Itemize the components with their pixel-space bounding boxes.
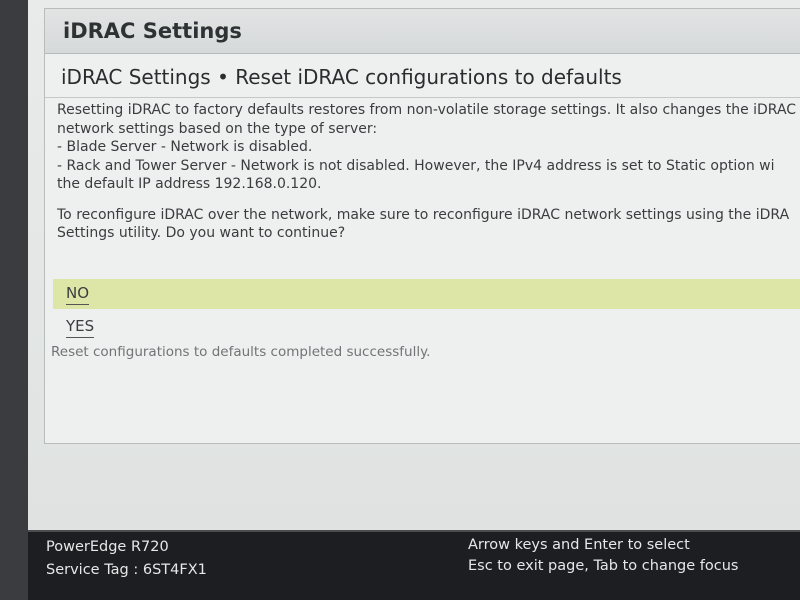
server-model: PowerEdge R720: [46, 539, 169, 555]
footer-divider: [28, 530, 800, 532]
description-line: - Blade Server - Network is disabled.: [57, 139, 313, 155]
reset-description: Resetting iDRAC to factory defaults rest…: [57, 101, 800, 243]
status-message: Reset configurations to defaults complet…: [51, 344, 431, 360]
no-option[interactable]: NO: [53, 279, 800, 309]
yes-option-label: YES: [66, 318, 95, 338]
question-line: To reconfigure iDRAC over the network, m…: [57, 206, 790, 223]
exit-hint: Esc to exit page, Tab to change focus: [468, 558, 739, 574]
description-line: network settings based on the type of se…: [57, 120, 378, 137]
no-option-label: NO: [66, 285, 90, 305]
heading-divider: [45, 97, 800, 98]
screen: iDRAC Settings iDRAC Settings • Reset iD…: [28, 0, 800, 530]
page-heading: iDRAC Settings • Reset iDRAC configurati…: [61, 65, 622, 89]
question-line: Settings utility. Do you want to continu…: [57, 225, 346, 241]
description-line: Resetting iDRAC to factory defaults rest…: [57, 102, 797, 118]
select-hint: Arrow keys and Enter to select: [468, 537, 690, 553]
description-line: the default IP address 192.168.0.120.: [57, 176, 322, 192]
monitor-bezel: [0, 0, 28, 600]
footer-bar: PowerEdge R720 Service Tag : 6ST4FX1 Arr…: [28, 530, 800, 600]
settings-window: iDRAC Settings iDRAC Settings • Reset iD…: [44, 8, 800, 444]
yes-option[interactable]: YES: [53, 312, 800, 342]
service-tag: Service Tag : 6ST4FX1: [46, 562, 207, 578]
window-title: iDRAC Settings: [63, 19, 242, 43]
description-line: - Rack and Tower Server - Network is not…: [57, 157, 775, 174]
title-bar: iDRAC Settings: [45, 9, 800, 54]
